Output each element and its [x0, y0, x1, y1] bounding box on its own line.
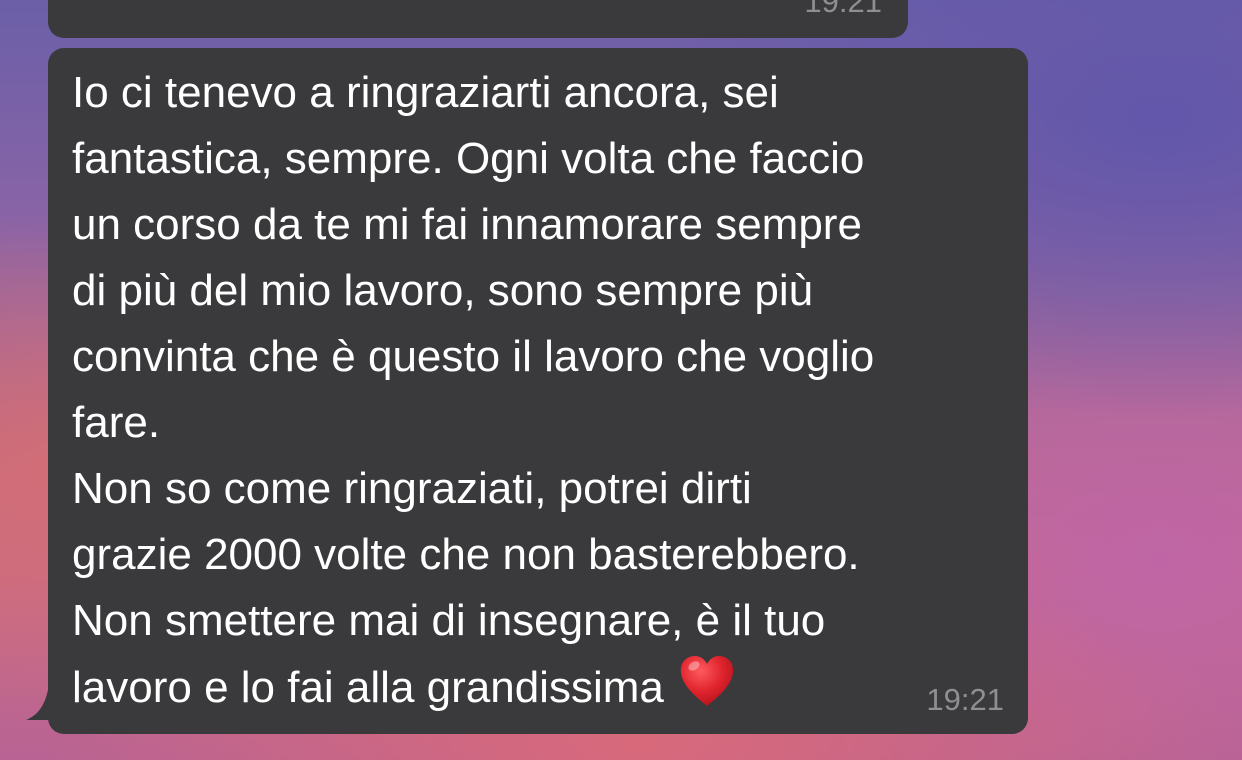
previous-message-timestamp: 19:21 [804, 0, 882, 19]
message-line: lavoro e lo fai alla grandissima [72, 663, 664, 712]
message-line: convinta che è questo il lavoro che vogl… [72, 332, 875, 381]
message-line: Non smettere mai di insegnare, è il tuo [72, 596, 826, 645]
message-last-line: lavoro e lo fai alla grandissima [72, 654, 1012, 721]
message-line: di più del mio lavoro, sono sempre più [72, 266, 814, 315]
bubble-tail [26, 690, 62, 720]
message-line: un corso da te mi fai innamorare sempre [72, 200, 862, 249]
message-line: fare. [72, 398, 161, 447]
message-line: grazie 2000 volte che non basterebbero. [72, 530, 860, 579]
message-bubble[interactable]: Io ci tenevo a ringraziarti ancora, sei … [26, 48, 1028, 734]
message-line: fantastica, sempre. Ogni volta che facci… [72, 134, 865, 183]
message-line: Non so come ringraziati, potrei dirti [72, 464, 752, 513]
message-line: Io ci tenevo a ringraziarti ancora, sei [72, 68, 779, 117]
heart-icon [680, 656, 733, 706]
previous-message-bubble[interactable]: 19:21 [48, 0, 908, 38]
message-timestamp: 19:21 [926, 682, 1004, 717]
message-text: Io ci tenevo a ringraziarti ancora, sei … [72, 60, 1012, 721]
